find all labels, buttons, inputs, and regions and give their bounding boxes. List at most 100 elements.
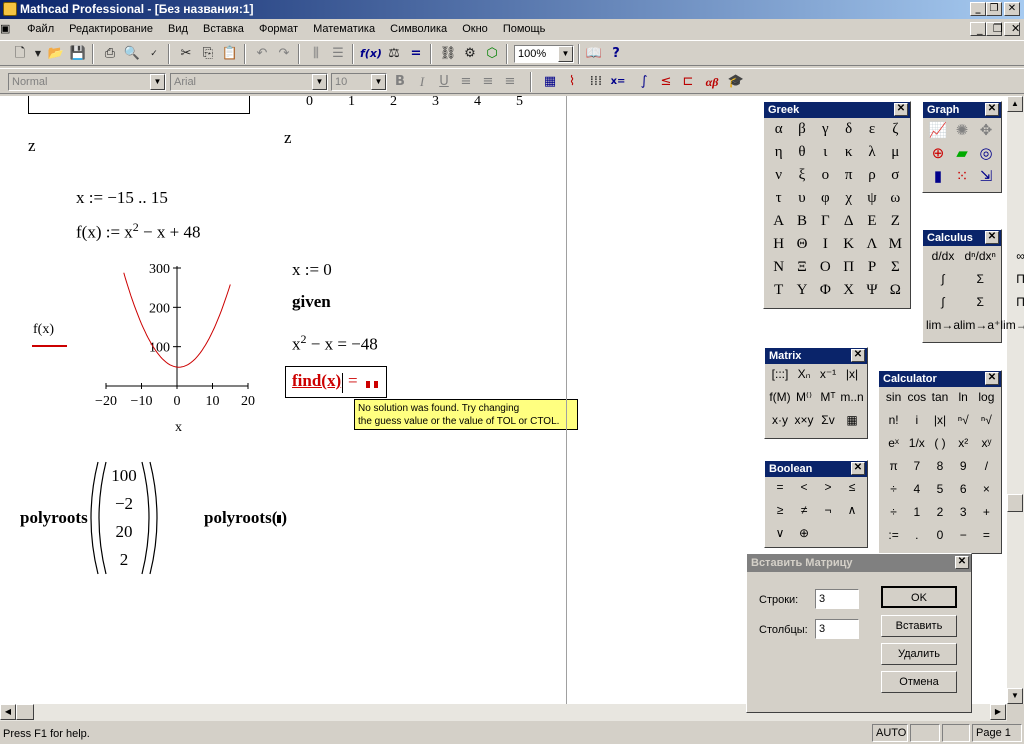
greek-letter-button[interactable]: α	[767, 121, 790, 144]
boolean-operator-button[interactable]: >	[816, 480, 840, 503]
new-dropdown-icon[interactable]: ▼	[28, 44, 48, 64]
insert-function-icon[interactable]: f(x)	[360, 44, 382, 64]
copy-icon[interactable]: ⎘	[198, 44, 218, 64]
greek-letter-button[interactable]: ψ	[860, 190, 883, 213]
boolean-operator-button[interactable]: ≤	[840, 480, 864, 503]
italic-button[interactable]: I	[412, 72, 432, 92]
scroll-thumb[interactable]	[1007, 494, 1023, 512]
calculus-operator-button[interactable]: Σ	[960, 272, 1000, 295]
calculator-toolbar-icon[interactable]: ▦	[540, 72, 560, 92]
boolean-operator-button[interactable]: =	[768, 480, 792, 503]
polar-plot-icon[interactable]: ✺	[950, 121, 974, 144]
calculator-key-button[interactable]: .	[905, 528, 928, 551]
calculator-key-button[interactable]: 5	[928, 482, 951, 505]
matrix-operator-button[interactable]: Mᵀ	[816, 390, 840, 413]
calculator-key-button[interactable]: 1/x	[905, 436, 928, 459]
greek-letter-button[interactable]: ζ	[884, 121, 907, 144]
calculator-key-button[interactable]: 8	[928, 459, 951, 482]
help-icon[interactable]: ?	[606, 44, 626, 64]
greek-letter-button[interactable]: Γ	[814, 213, 837, 236]
close-button[interactable]: ✕	[1004, 2, 1020, 16]
greek-letter-button[interactable]: Η	[767, 236, 790, 259]
symbolic-toolbar-icon[interactable]: 🎓	[726, 72, 746, 92]
matrix-toolbar-icon[interactable]: ⁞⁞⁞	[586, 72, 606, 92]
greek-letter-button[interactable]: ε	[860, 121, 883, 144]
greek-letter-button[interactable]: θ	[790, 144, 813, 167]
insert-button[interactable]: Вставить	[881, 615, 957, 637]
greek-letter-button[interactable]: υ	[790, 190, 813, 213]
calculator-key-button[interactable]: −	[952, 528, 975, 551]
close-icon[interactable]: ✕	[851, 349, 865, 362]
calculator-palette[interactable]: Calculator ✕ sin cos tan ln log n! i |x| ⁿ√ ⁿ√ eˣ 1/…	[878, 370, 1002, 554]
resource-center-icon[interactable]: 📖	[584, 44, 604, 64]
greek-letter-button[interactable]: π	[837, 167, 860, 190]
boolean-operator-button[interactable]: ¬	[816, 503, 840, 526]
calculator-key-button[interactable]: +	[975, 505, 998, 528]
greek-letter-button[interactable]: ν	[767, 167, 790, 190]
hscroll-thumb[interactable]	[16, 704, 34, 720]
matrix-operator-button[interactable]: x⁻¹	[816, 367, 840, 390]
calculus-toolbar-icon[interactable]: ∫	[634, 72, 654, 92]
calculator-key-button[interactable]: sin	[882, 390, 905, 413]
boolean-toolbar-icon[interactable]: ≤	[656, 72, 676, 92]
font-select[interactable]: Arial ▼	[170, 73, 328, 91]
greek-letter-button[interactable]: ρ	[860, 167, 883, 190]
greek-letter-button[interactable]: μ	[884, 144, 907, 167]
greek-letter-button[interactable]: Λ	[860, 236, 883, 259]
menu-format[interactable]: Формат	[253, 19, 304, 39]
greek-letter-button[interactable]: Σ	[884, 259, 907, 282]
greek-letter-button[interactable]: Τ	[767, 282, 790, 305]
polyroots-call[interactable]: polyroots()	[204, 508, 287, 528]
greek-letter-button[interactable]: ο	[814, 167, 837, 190]
calculator-key-button[interactable]: 6	[952, 482, 975, 505]
align-right-icon[interactable]: ≡	[500, 72, 520, 92]
calculator-key-button[interactable]: =	[975, 528, 998, 551]
matrix-palette[interactable]: Matrix ✕ [:::] Xₙ x⁻¹ |x| f(M) M⁽⁾ Mᵀ m..n x·y x×y…	[764, 347, 868, 439]
greek-letter-button[interactable]: Α	[767, 213, 790, 236]
calculate-icon[interactable]: =	[406, 44, 426, 64]
find-expression[interactable]: find(x)	[292, 371, 341, 391]
greek-letter-button[interactable]: φ	[814, 190, 837, 213]
maximize-button[interactable]: ❐	[986, 2, 1002, 16]
spellcheck-icon[interactable]: ✓	[144, 44, 164, 64]
close-icon[interactable]: ✕	[985, 372, 999, 385]
given-keyword[interactable]: given	[292, 292, 331, 312]
greek-letter-button[interactable]: Μ	[884, 236, 907, 259]
doc-close-button[interactable]: ✕	[1004, 22, 1020, 36]
graph-palette[interactable]: Graph ✕ 📈 ✺ ✥ ⊕ ▰ ◎ ▮ ⁙ ⇲	[922, 101, 1002, 193]
run-script-icon[interactable]: ⬡	[482, 44, 502, 64]
calculus-operator-button[interactable]: d/dx	[926, 249, 960, 272]
ok-button[interactable]: OK	[881, 586, 957, 608]
new-icon[interactable]: 🗋	[10, 44, 30, 64]
calculator-key-button[interactable]: tan	[928, 390, 951, 413]
boolean-operator-button[interactable]: ∨	[768, 526, 792, 549]
calculator-key-button[interactable]: ÷	[882, 505, 905, 528]
calculator-key-button[interactable]: log	[975, 390, 998, 413]
columns-field[interactable]: 3	[815, 619, 859, 639]
redo-icon[interactable]: ↷	[274, 44, 294, 64]
surface-plot-icon[interactable]: ▰	[950, 144, 974, 167]
close-icon[interactable]: ✕	[985, 103, 999, 116]
matrix-operator-button[interactable]: m..n	[840, 390, 864, 413]
matrix-operator-button[interactable]: x×y	[792, 413, 816, 436]
close-icon[interactable]: ✕	[955, 556, 969, 569]
menu-edit[interactable]: Редактирование	[63, 19, 159, 39]
matrix-operator-button[interactable]: ▦	[840, 413, 864, 436]
zoom-select[interactable]: 100% ▼	[514, 45, 574, 63]
calculator-key-button[interactable]: 7	[905, 459, 928, 482]
greek-letter-button[interactable]: Π	[837, 259, 860, 282]
guess-definition[interactable]: x := 0	[292, 260, 332, 280]
greek-letter-button[interactable]: δ	[837, 121, 860, 144]
print-icon[interactable]: ⎙	[100, 44, 120, 64]
close-icon[interactable]: ✕	[894, 103, 908, 116]
matrix-operator-button[interactable]: Xₙ	[792, 367, 816, 390]
calculator-key-button[interactable]: :=	[882, 528, 905, 551]
menu-help[interactable]: Помощь	[497, 19, 552, 39]
coefficient-vector[interactable]: 100 −2 20 2	[106, 462, 142, 574]
boolean-operator-button[interactable]: ⊕	[792, 526, 816, 549]
close-icon[interactable]: ✕	[851, 462, 865, 475]
calculator-key-button[interactable]: 9	[952, 459, 975, 482]
calculus-operator-button[interactable]: Σ	[960, 295, 1000, 318]
greek-letter-button[interactable]: Ω	[884, 282, 907, 305]
insert-matrix-dialog[interactable]: Вставить Матрицу ✕ Строки: 3 Столбцы: 3 O…	[746, 553, 972, 713]
